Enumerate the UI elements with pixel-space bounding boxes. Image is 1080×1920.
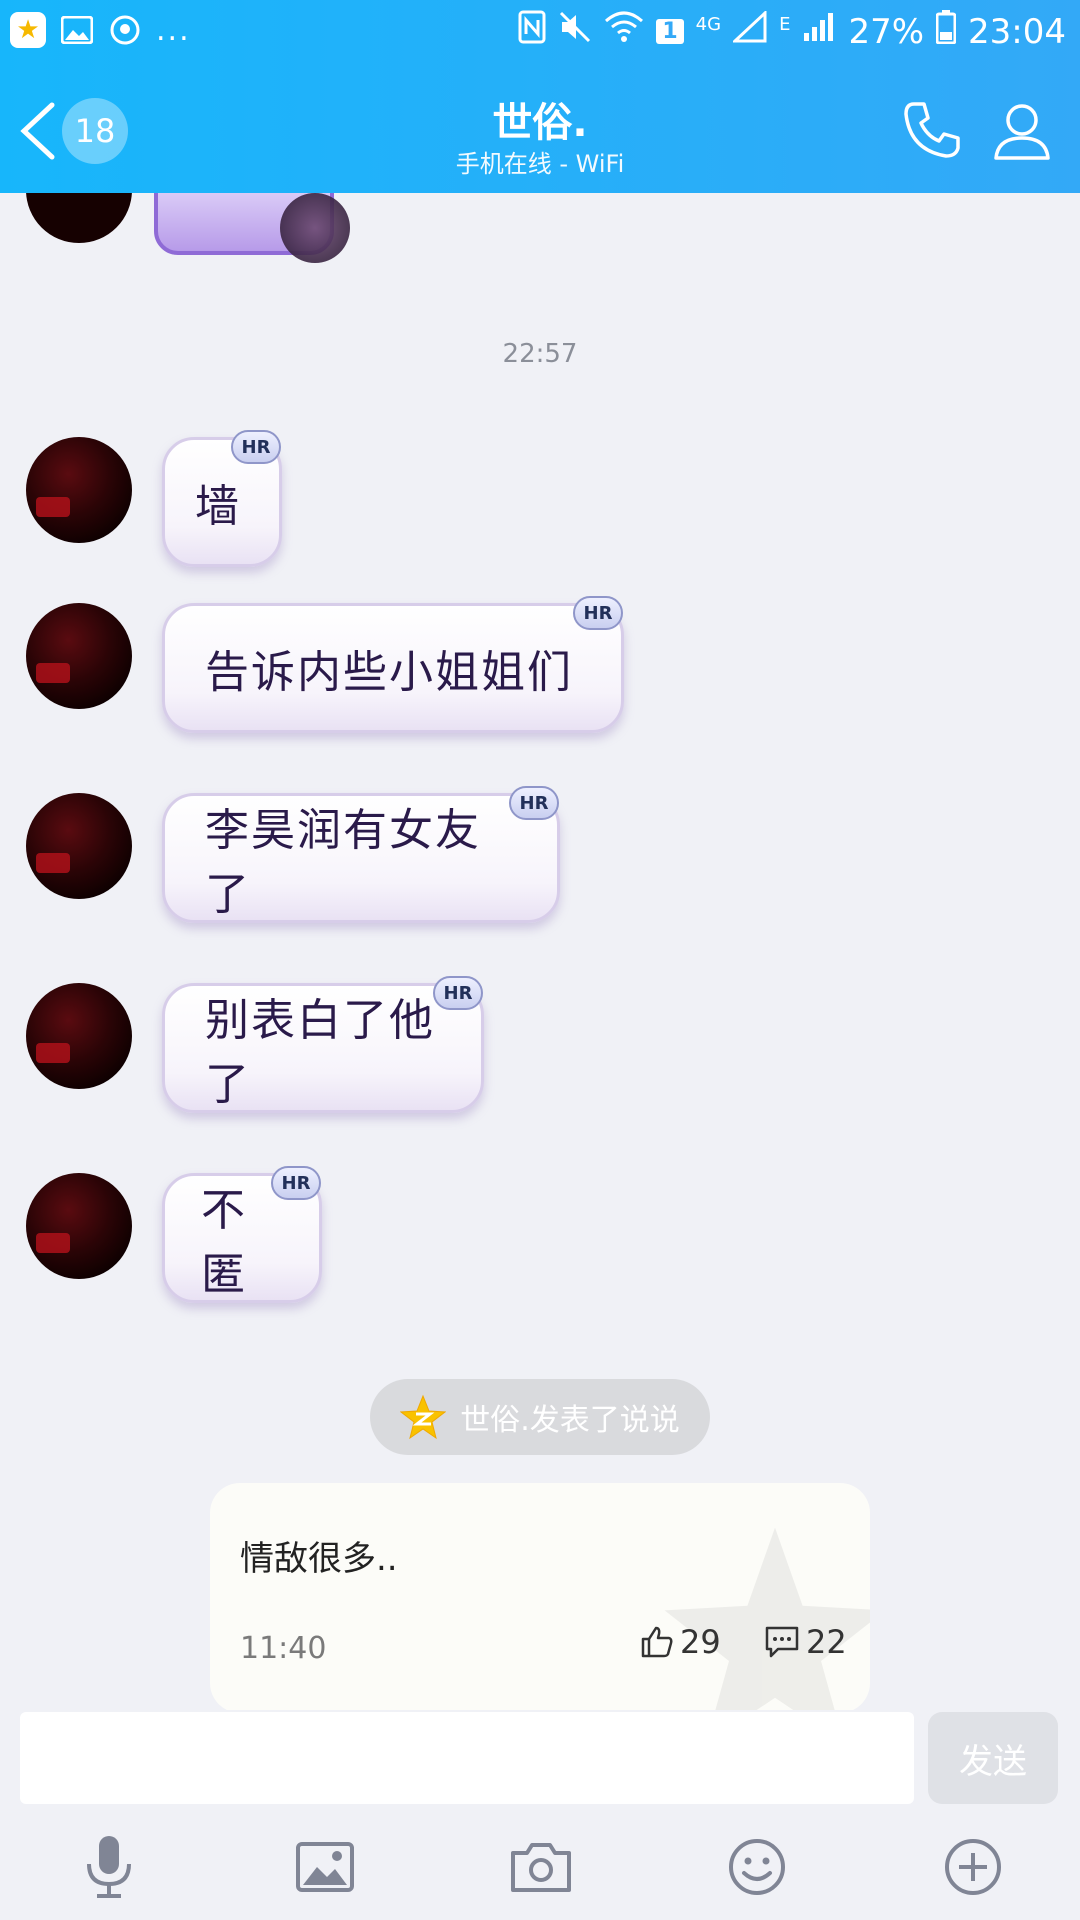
- message-bubble[interactable]: 告诉内些小姐姐们 HR: [162, 596, 624, 733]
- message-bubble[interactable]: 墙 HR: [162, 430, 282, 567]
- message-text: 别表白了他了: [205, 995, 435, 1110]
- avatar[interactable]: [26, 603, 132, 709]
- hr-tag-badge: HR: [573, 596, 623, 630]
- thumbs-up-icon: [641, 1626, 673, 1658]
- sim-badge: 1: [656, 19, 684, 44]
- avatar[interactable]: [26, 437, 132, 543]
- qzone-notice-text: 世俗.发表了说说: [460, 1403, 680, 1438]
- hr-tag-badge: HR: [509, 786, 559, 820]
- signal-1-icon: [731, 9, 767, 52]
- emoji-button[interactable]: [722, 1832, 792, 1902]
- voice-input-button[interactable]: [74, 1832, 144, 1902]
- like-count: 29: [680, 1623, 721, 1661]
- comment-count-button[interactable]: 22: [764, 1623, 847, 1661]
- top-bar: ★ ... 1 4G E 27% 23:04 18 世俗. 手机在线 - WiF…: [0, 0, 1080, 193]
- hr-tag-badge: HR: [433, 976, 483, 1010]
- plus-circle-icon: [945, 1839, 1001, 1895]
- message-bubble[interactable]: 别表白了他了 HR: [162, 976, 484, 1113]
- clock: 23:04: [968, 11, 1066, 52]
- smiley-icon: [729, 1839, 785, 1895]
- person-icon: [994, 104, 1050, 160]
- avatar[interactable]: [26, 193, 132, 243]
- signal-2-icon: [802, 11, 836, 52]
- qzone-notification-icon: ★: [10, 12, 46, 48]
- avatar[interactable]: [26, 1173, 132, 1279]
- chat-header: 18 世俗. 手机在线 - WiFi: [0, 64, 1080, 193]
- hr-tag-badge: HR: [271, 1166, 321, 1200]
- message-text: 告诉内些小姐姐们: [205, 647, 573, 698]
- network-4g-label: 4G: [695, 14, 722, 35]
- message-bubble[interactable]: 不匿 HR: [162, 1166, 322, 1303]
- battery-percent: 27%: [848, 11, 925, 52]
- qzone-watermark-icon: [664, 1527, 870, 1710]
- image-icon: [296, 1842, 354, 1892]
- qq-notification-icon: [108, 13, 142, 47]
- bubble-decoration-image: [280, 193, 350, 263]
- camera-button[interactable]: [506, 1832, 576, 1902]
- message-input[interactable]: [20, 1712, 914, 1804]
- comment-icon: [765, 1626, 799, 1658]
- post-time: 11:40: [240, 1631, 327, 1666]
- status-bar: ★ ... 1 4G E 27% 23:04: [0, 0, 1080, 64]
- wifi-icon: [604, 11, 644, 52]
- gallery-notification-icon: [60, 13, 94, 47]
- hr-tag-badge: HR: [231, 430, 281, 464]
- battery-icon: [935, 10, 957, 53]
- phone-icon: [904, 102, 960, 158]
- message-text: 墙: [195, 481, 241, 532]
- post-content: 情敌很多..: [240, 1539, 398, 1579]
- more-notifications: ...: [156, 12, 191, 48]
- microphone-icon: [87, 1836, 131, 1898]
- qzone-post-card[interactable]: 情敌很多.. 11:40 29 22: [210, 1483, 870, 1710]
- network-e-label: E: [779, 14, 791, 35]
- avatar[interactable]: [26, 983, 132, 1089]
- nfc-icon: [518, 10, 546, 53]
- mute-icon: [558, 10, 592, 53]
- chat-toolbar: [0, 1814, 1080, 1920]
- photo-button[interactable]: [290, 1832, 360, 1902]
- chat-area[interactable]: 22:57 墙 HR 告诉内些小姐姐们 HR 李昊润有女友了 HR 别表白了他了…: [0, 193, 1080, 1710]
- input-bar: 发送: [0, 1710, 1080, 1814]
- voice-call-button[interactable]: [896, 94, 968, 166]
- more-options-button[interactable]: [938, 1832, 1008, 1902]
- like-count-button[interactable]: 29: [640, 1623, 721, 1661]
- message-timestamp: 22:57: [502, 339, 578, 369]
- camera-icon: [511, 1843, 571, 1892]
- message-text: 李昊润有女友了: [205, 805, 481, 920]
- qzone-star-icon: [400, 1394, 447, 1440]
- contact-profile-button[interactable]: [986, 94, 1058, 166]
- qzone-post-notice[interactable]: 世俗.发表了说说: [370, 1379, 710, 1455]
- message-bubble[interactable]: 李昊润有女友了 HR: [162, 786, 560, 923]
- comment-count: 22: [806, 1623, 847, 1661]
- avatar[interactable]: [26, 793, 132, 899]
- message-text: 不匿: [201, 1185, 247, 1300]
- send-button[interactable]: 发送: [928, 1712, 1058, 1804]
